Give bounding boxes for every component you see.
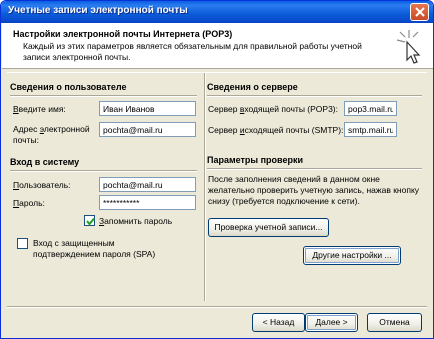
cancel-button[interactable]: Отмена: [367, 313, 422, 332]
close-icon: [415, 7, 425, 17]
user-info-divider: [10, 95, 197, 97]
incoming-server-label: Сервер входящей почты (POP3):: [208, 104, 338, 114]
remember-password-label[interactable]: Запомнить пароль: [99, 216, 172, 226]
login-divider: [10, 170, 197, 172]
column-separator: [204, 73, 206, 301]
header-banner: Настройки электронной почты Интернета (P…: [2, 23, 433, 69]
email-label: Адрес электронной почты:: [13, 124, 90, 145]
dialog-window: Учетные записи электронной почты Настрой…: [0, 0, 434, 339]
footer-divider: [7, 306, 427, 308]
name-input[interactable]: [99, 101, 196, 116]
test-settings-divider: [207, 168, 422, 170]
settings-panel: Сведения о пользователе Введите имя: Адр…: [7, 72, 427, 302]
username-label: Пользователь:: [13, 180, 71, 190]
email-input[interactable]: [99, 122, 196, 137]
test-account-button[interactable]: Проверка учетной записи...: [208, 218, 329, 237]
login-title: Вход в систему: [10, 157, 80, 167]
header-title: Настройки электронной почты Интернета (P…: [13, 29, 233, 39]
incoming-server-input[interactable]: [344, 101, 397, 116]
outgoing-server-label: Сервер исходящей почты (SMTP):: [208, 125, 344, 135]
next-button[interactable]: Далее >: [305, 313, 358, 332]
close-button[interactable]: [410, 3, 429, 21]
checkmark-icon: [86, 217, 95, 226]
password-input[interactable]: [99, 195, 196, 210]
back-button[interactable]: < Назад: [252, 313, 305, 332]
remember-password-checkbox[interactable]: [84, 215, 95, 226]
username-input[interactable]: [99, 177, 196, 192]
server-info-title: Сведения о сервере: [207, 82, 298, 92]
test-settings-title: Параметры проверки: [207, 155, 303, 165]
wizard-sparkle-icon: [396, 30, 421, 64]
header-description: Каждый из этих параметров является обяза…: [23, 41, 362, 62]
spa-checkbox[interactable]: [17, 238, 28, 249]
user-info-title: Сведения о пользователе: [10, 82, 127, 92]
outgoing-server-input[interactable]: [344, 122, 397, 137]
name-label: Введите имя:: [13, 104, 66, 114]
title-bar[interactable]: Учетные записи электронной почты: [1, 1, 433, 23]
more-settings-button[interactable]: Другие настройки ...: [303, 246, 401, 265]
spa-label[interactable]: Вход с защищенным подтверждением пароля (…: [33, 238, 155, 260]
test-description: После заполнения сведений в данном окне …: [208, 174, 420, 206]
window-title: Учетные записи электронной почты: [8, 5, 188, 16]
server-info-divider: [207, 95, 422, 97]
password-label: Пароль:: [13, 198, 45, 208]
